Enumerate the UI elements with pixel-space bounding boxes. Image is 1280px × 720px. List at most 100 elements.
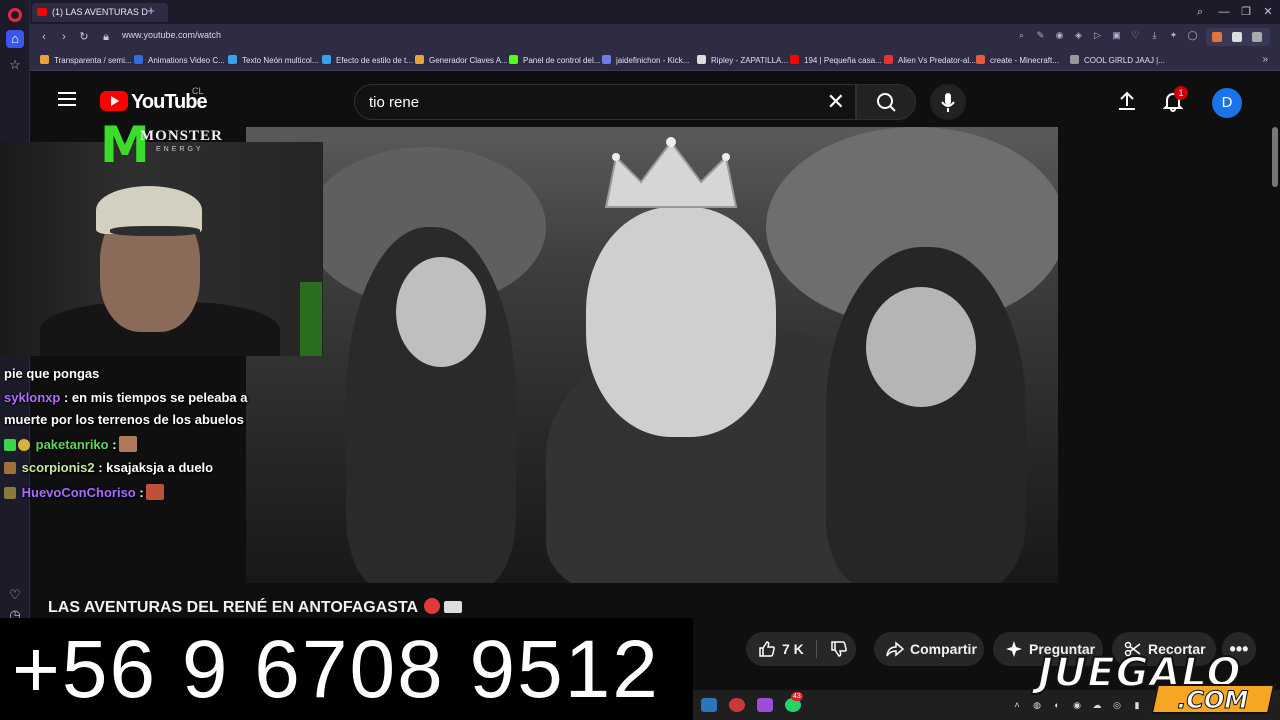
extension-icon[interactable] <box>1212 32 1222 42</box>
bookmark-favicon-icon <box>228 55 237 64</box>
bookmark-item[interactable]: Transparenta / semi... <box>40 55 132 65</box>
extensions-icon[interactable]: ✦ <box>1168 30 1179 41</box>
truck-icon <box>444 601 463 613</box>
steam-icon[interactable] <box>701 698 717 712</box>
share-button[interactable]: Compartir <box>874 632 984 666</box>
microphone-icon <box>941 93 955 112</box>
clear-search-icon[interactable]: ✕ <box>827 89 845 115</box>
youtube-logo-icon[interactable] <box>100 91 128 111</box>
sparkle-icon <box>1006 641 1022 657</box>
profile-icon[interactable]: ◯ <box>1187 30 1198 41</box>
bookmark-item[interactable]: create - Minecraft... <box>976 55 1059 65</box>
video-title: LAS AVENTURAS DEL RENÉ EN ANTOFAGASTA <box>48 598 463 617</box>
reload-icon[interactable]: ↻ <box>76 29 92 45</box>
monster-sub-text: ENERGY <box>156 146 204 153</box>
shield-icon[interactable]: ◈ <box>1073 30 1084 41</box>
monster-brand-text: MONSTER <box>140 128 223 144</box>
restore-button[interactable]: ❐ <box>1236 4 1256 20</box>
bookmark-favicon-icon <box>976 55 985 64</box>
bookmark-item[interactable]: Animations Video C... <box>134 55 225 65</box>
heart-icon[interactable]: ♡ <box>6 586 24 604</box>
bookmark-item[interactable]: 194 | Pequeña casa... <box>790 55 882 65</box>
opera-logo-icon[interactable] <box>8 8 22 22</box>
bookmark-item[interactable]: Alien Vs Predator-al... <box>884 55 976 65</box>
page-scrollbar[interactable] <box>1272 127 1278 187</box>
chat-text: muerte por los terrenos de los abuelos <box>4 412 244 427</box>
bookmark-favicon-icon <box>790 55 799 64</box>
heart-icon[interactable]: ♡ <box>1130 30 1141 41</box>
forward-icon[interactable]: › <box>56 29 72 45</box>
bookmark-item[interactable]: jaidefinichon - Kick... <box>602 55 689 65</box>
back-icon[interactable]: ‹ <box>36 29 52 45</box>
address-actions: ⌕ ✎ ◉ ◈ ▷ ▣ ♡ ⤓ ✦ ◯ <box>1016 30 1198 41</box>
more-bookmarks-icon[interactable]: » <box>1262 54 1268 65</box>
cap-visor <box>110 226 200 236</box>
phone-number: +56 9 6708 9512 <box>12 624 660 715</box>
minimize-button[interactable]: — <box>1214 4 1234 20</box>
extension-icon[interactable] <box>1232 32 1242 42</box>
app-icon[interactable] <box>729 698 745 712</box>
zoom-icon[interactable]: ⌕ <box>1016 30 1027 41</box>
bookmark-item[interactable]: Texto Neón multicol... <box>228 55 318 65</box>
emote-icon <box>118 436 137 452</box>
chat-username[interactable]: scorpionis2 <box>22 460 95 475</box>
share-icon <box>886 641 904 657</box>
cube-icon[interactable]: ▣ <box>1111 30 1122 41</box>
bookmark-item[interactable]: Efecto de estilo de t... <box>322 55 413 65</box>
chat-message: scorpionis2 : ksajaksja a duelo <box>4 460 213 475</box>
home-icon[interactable]: ⌂ <box>6 30 24 48</box>
bookmark-item[interactable]: COOL GIRLD JAAJ |... <box>1070 55 1165 65</box>
chat-message: HuevoConChoriso : <box>4 484 164 500</box>
chat-username[interactable]: paketanriko <box>36 437 109 452</box>
search-query: tio rene <box>369 94 420 111</box>
tray-chevron-icon[interactable]: ˄ <box>1011 699 1023 711</box>
like-button[interactable]: 7 K <box>746 632 856 666</box>
thumbs-up-icon <box>759 641 775 657</box>
youtube-favicon-icon <box>37 8 47 16</box>
like-count: 7 K <box>782 641 804 657</box>
chat-text: : en mis tiempos se peleaba a <box>63 390 248 405</box>
search-input[interactable]: tio rene ✕ <box>354 84 856 120</box>
edit-icon[interactable]: ✎ <box>1035 30 1046 41</box>
face-left <box>396 257 486 367</box>
extension-icon[interactable] <box>1252 32 1262 42</box>
shocked-face-icon <box>424 598 441 614</box>
play-icon[interactable]: ▷ <box>1092 30 1103 41</box>
chat-message: muerte por los terrenos de los abuelos <box>4 412 244 427</box>
chat-message: paketanriko : <box>4 436 137 452</box>
chat-text: : <box>112 437 117 452</box>
chat-username[interactable]: syklonxp <box>4 390 60 405</box>
avatar[interactable]: D <box>1212 88 1242 118</box>
download-icon[interactable]: ⤓ <box>1149 30 1160 41</box>
face-center <box>586 207 776 437</box>
search-button[interactable] <box>856 84 916 120</box>
new-tab-button[interactable]: + <box>144 4 158 18</box>
close-window-button[interactable]: ✕ <box>1258 4 1278 20</box>
lock-icon: 🔒︎ <box>103 31 109 43</box>
bookmark-favicon-icon <box>40 55 49 64</box>
badge-icon <box>4 462 16 474</box>
tab-title: (1) LAS AVENTURAS D <box>52 7 148 17</box>
phone-overlay: +56 9 6708 9512 <box>0 618 693 720</box>
bookmark-item[interactable]: Generador Claves A... <box>415 55 508 65</box>
video-player[interactable] <box>246 127 1058 583</box>
chat-username[interactable]: HuevoConChoriso <box>22 485 136 500</box>
camera-icon[interactable]: ◉ <box>1054 30 1065 41</box>
voice-search-button[interactable] <box>930 84 966 120</box>
star-icon[interactable]: ☆ <box>6 56 24 74</box>
bookmark-item[interactable]: Ripley - ZAPATILLA... <box>697 55 788 65</box>
bookmark-favicon-icon <box>509 55 518 64</box>
url-field[interactable]: www.youtube.com/watch <box>122 30 221 40</box>
badge-icon <box>18 439 30 451</box>
bookmark-favicon-icon <box>1070 55 1079 64</box>
thumbs-down-icon[interactable] <box>830 640 848 658</box>
chat-message: pie que pongas <box>4 366 99 381</box>
bookmark-item[interactable]: Panel de control del... <box>509 55 600 65</box>
search-tabs-icon[interactable]: ⌕ <box>1190 4 1210 20</box>
menu-icon[interactable] <box>58 92 76 106</box>
upload-icon[interactable] <box>1116 90 1138 112</box>
app-icon[interactable] <box>757 698 773 712</box>
bookmark-favicon-icon <box>884 55 893 64</box>
badge-icon <box>4 439 16 451</box>
crown-icon <box>604 137 738 208</box>
